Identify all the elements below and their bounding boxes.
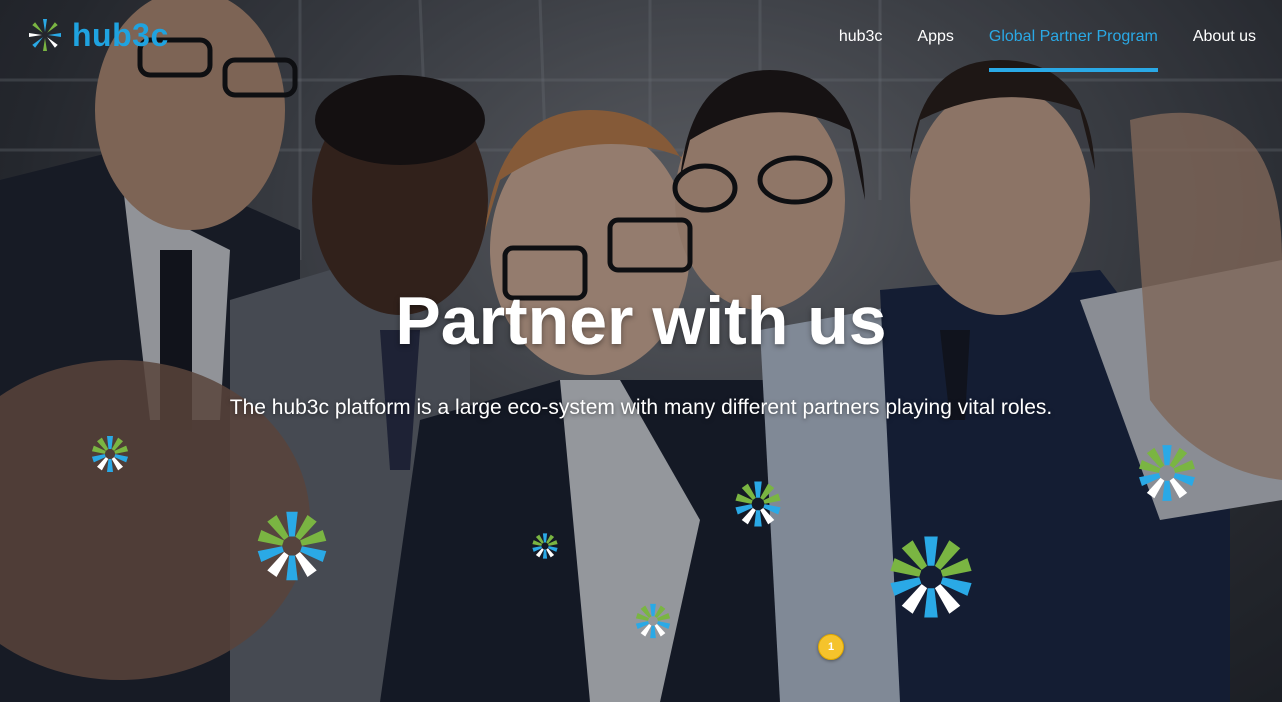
starburst-icon	[532, 533, 558, 559]
starburst-icon	[257, 511, 327, 581]
hub3c-logo[interactable]: hub3c	[26, 16, 169, 54]
starburst-icon	[735, 481, 781, 527]
nav-item-label: About us	[1192, 28, 1256, 45]
starburst-icon	[890, 536, 972, 618]
nav-item-global-partner-program[interactable]: Global Partner Program	[988, 0, 1158, 74]
nav-item-hub3c[interactable]: hub3c	[839, 0, 883, 74]
logo-text: hub3c	[72, 16, 169, 53]
nav-item-label: Global Partner Program	[988, 28, 1158, 45]
nav-item-label: Apps	[917, 28, 954, 45]
top-navigation: hub3c hub3c Apps Global Partner Program …	[0, 0, 1282, 74]
hero-title: Partner with us	[395, 283, 887, 359]
active-underline	[988, 68, 1158, 72]
hero-subtitle: The hub3c platform is a large eco-system…	[229, 396, 1053, 419]
starburst-icon	[635, 603, 671, 639]
starburst-icon	[1139, 445, 1195, 501]
nav-menu: hub3c Apps Global Partner Program About …	[804, 0, 1256, 74]
hub3c-logo-icon	[29, 19, 61, 51]
nav-item-apps[interactable]: Apps	[917, 0, 953, 74]
notification-badge[interactable]: 1	[818, 634, 844, 660]
starburst-icon	[91, 436, 129, 472]
nav-item-about-us[interactable]: About us	[1193, 0, 1256, 74]
nav-item-label: hub3c	[838, 28, 883, 45]
